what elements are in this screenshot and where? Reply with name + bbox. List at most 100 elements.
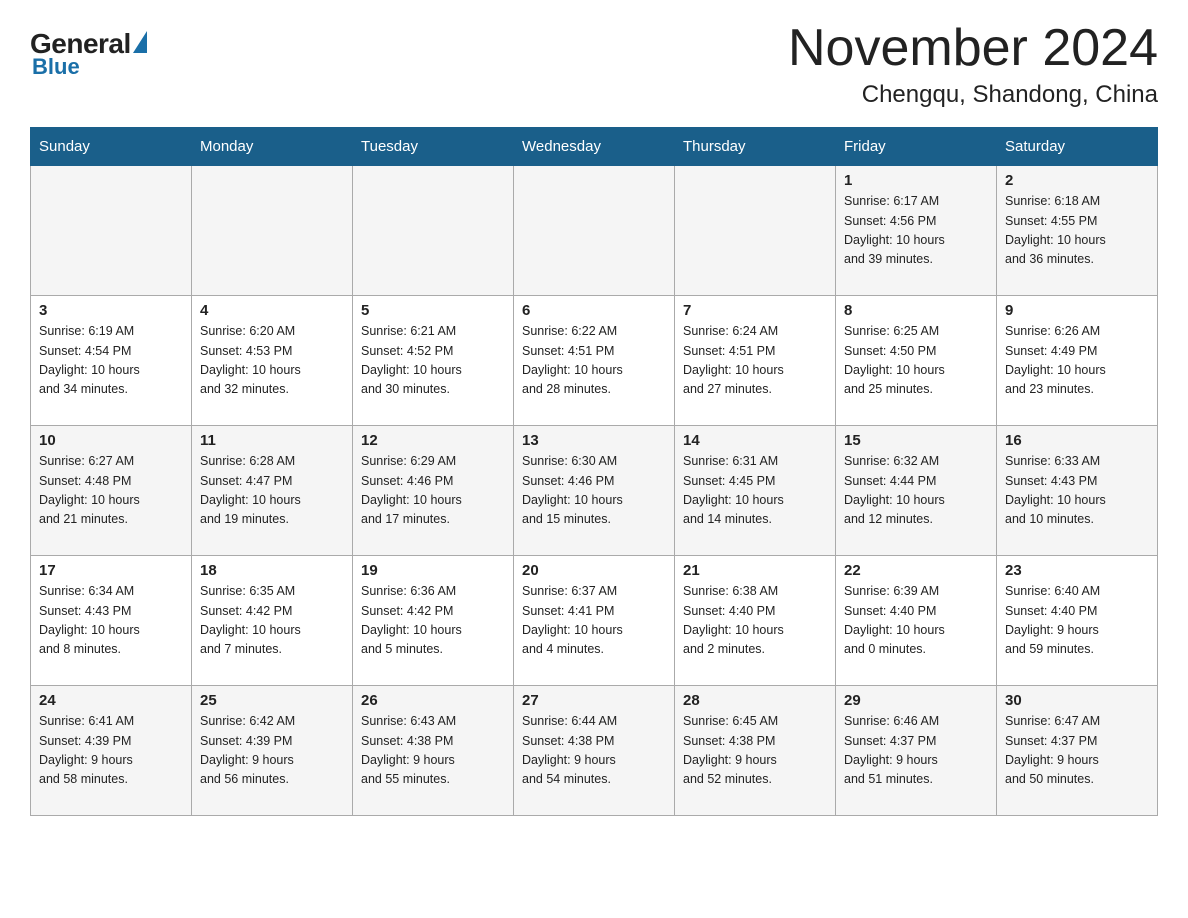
table-row: 8Sunrise: 6:25 AMSunset: 4:50 PMDaylight… <box>836 296 997 426</box>
day-number: 6 <box>522 302 666 319</box>
table-row: 6 Sunrise: 6:22 AMSunset: 4:51 PMDaylight… <box>514 296 675 426</box>
day-info: Sunrise: 6:43 AMSunset: 4:38 PMDaylight:… <box>361 712 505 790</box>
day-number: 26 <box>361 692 505 709</box>
day-info: Sunrise: 6:46 AMSunset: 4:37 PMDaylight:… <box>844 712 988 790</box>
table-row: 26 Sunrise: 6:43 AMSunset: 4:38 PMDayligh… <box>353 686 514 816</box>
calendar-body: 1 Sunrise: 6:17 AMSunset: 4:56 PMDaylight… <box>31 166 1158 816</box>
table-row: 4 Sunrise: 6:20 AMSunset: 4:53 PMDaylight… <box>192 296 353 426</box>
day-number: 5 <box>361 302 505 319</box>
day-number: 12 <box>361 432 505 449</box>
table-row: 3Sunrise: 6:19 AMSunset: 4:54 PMDaylight… <box>31 296 192 426</box>
day-number: 11 <box>200 432 344 449</box>
page-header: General Blue November 2024 Chengqu, Shan… <box>30 20 1158 109</box>
table-row: 19 Sunrise: 6:36 AMSunset: 4:42 PMDayligh… <box>353 556 514 686</box>
day-number: 2 <box>1005 172 1149 189</box>
weekday-header-row: SundayMondayTuesdayWednesdayThursdayFrid… <box>31 128 1158 166</box>
calendar-row: 17 Sunrise: 6:34 AMSunset: 4:43 PMDayligh… <box>31 556 1158 686</box>
table-row <box>675 166 836 296</box>
day-number: 17 <box>39 562 183 579</box>
day-info: Sunrise: 6:36 AMSunset: 4:42 PMDaylight:… <box>361 582 505 660</box>
day-number: 4 <box>200 302 344 319</box>
day-info: Sunrise: 6:22 AMSunset: 4:51 PMDaylight:… <box>522 322 666 400</box>
table-row <box>353 166 514 296</box>
day-number: 13 <box>522 432 666 449</box>
day-number: 25 <box>200 692 344 709</box>
day-info: Sunrise: 6:41 AMSunset: 4:39 PMDaylight:… <box>39 712 183 790</box>
table-row: 28 Sunrise: 6:45 AMSunset: 4:38 PMDayligh… <box>675 686 836 816</box>
day-info: Sunrise: 6:30 AMSunset: 4:46 PMDaylight:… <box>522 452 666 530</box>
table-row <box>514 166 675 296</box>
table-row: 23 Sunrise: 6:40 AMSunset: 4:40 PMDayligh… <box>997 556 1158 686</box>
table-row: 12Sunrise: 6:29 AMSunset: 4:46 PMDayligh… <box>353 426 514 556</box>
day-info: Sunrise: 6:45 AMSunset: 4:38 PMDaylight:… <box>683 712 827 790</box>
weekday-header-thursday: Thursday <box>675 128 836 166</box>
day-number: 22 <box>844 562 988 579</box>
table-row: 17 Sunrise: 6:34 AMSunset: 4:43 PMDayligh… <box>31 556 192 686</box>
table-row: 14 Sunrise: 6:31 AMSunset: 4:45 PMDayligh… <box>675 426 836 556</box>
day-number: 10 <box>39 432 183 449</box>
day-info: Sunrise: 6:24 AMSunset: 4:51 PMDaylight:… <box>683 322 827 400</box>
day-number: 16 <box>1005 432 1149 449</box>
table-row <box>31 166 192 296</box>
day-info: Sunrise: 6:42 AMSunset: 4:39 PMDaylight:… <box>200 712 344 790</box>
table-row: 11Sunrise: 6:28 AMSunset: 4:47 PMDayligh… <box>192 426 353 556</box>
table-row: 15Sunrise: 6:32 AMSunset: 4:44 PMDayligh… <box>836 426 997 556</box>
table-row: 24Sunrise: 6:41 AMSunset: 4:39 PMDayligh… <box>31 686 192 816</box>
day-info: Sunrise: 6:40 AMSunset: 4:40 PMDaylight:… <box>1005 582 1149 660</box>
table-row: 27Sunrise: 6:44 AMSunset: 4:38 PMDayligh… <box>514 686 675 816</box>
day-info: Sunrise: 6:31 AMSunset: 4:45 PMDaylight:… <box>683 452 827 530</box>
day-info: Sunrise: 6:20 AMSunset: 4:53 PMDaylight:… <box>200 322 344 400</box>
day-info: Sunrise: 6:37 AMSunset: 4:41 PMDaylight:… <box>522 582 666 660</box>
table-row: 2 Sunrise: 6:18 AMSunset: 4:55 PMDaylight… <box>997 166 1158 296</box>
weekday-header-sunday: Sunday <box>31 128 192 166</box>
day-info: Sunrise: 6:34 AMSunset: 4:43 PMDaylight:… <box>39 582 183 660</box>
day-info: Sunrise: 6:35 AMSunset: 4:42 PMDaylight:… <box>200 582 344 660</box>
day-number: 29 <box>844 692 988 709</box>
weekday-header-friday: Friday <box>836 128 997 166</box>
day-info: Sunrise: 6:17 AMSunset: 4:56 PMDaylight:… <box>844 192 988 270</box>
weekday-header-wednesday: Wednesday <box>514 128 675 166</box>
calendar-location: Chengqu, Shandong, China <box>788 81 1158 109</box>
table-row: 9 Sunrise: 6:26 AMSunset: 4:49 PMDaylight… <box>997 296 1158 426</box>
table-row: 18 Sunrise: 6:35 AMSunset: 4:42 PMDayligh… <box>192 556 353 686</box>
table-row: 10 Sunrise: 6:27 AMSunset: 4:48 PMDayligh… <box>31 426 192 556</box>
table-row: 22 Sunrise: 6:39 AMSunset: 4:40 PMDayligh… <box>836 556 997 686</box>
calendar-table: SundayMondayTuesdayWednesdayThursdayFrid… <box>30 127 1158 816</box>
day-info: Sunrise: 6:21 AMSunset: 4:52 PMDaylight:… <box>361 322 505 400</box>
day-number: 28 <box>683 692 827 709</box>
table-row <box>192 166 353 296</box>
weekday-header-saturday: Saturday <box>997 128 1158 166</box>
calendar-row: 10 Sunrise: 6:27 AMSunset: 4:48 PMDayligh… <box>31 426 1158 556</box>
calendar-row: 1 Sunrise: 6:17 AMSunset: 4:56 PMDaylight… <box>31 166 1158 296</box>
day-info: Sunrise: 6:26 AMSunset: 4:49 PMDaylight:… <box>1005 322 1149 400</box>
day-info: Sunrise: 6:33 AMSunset: 4:43 PMDaylight:… <box>1005 452 1149 530</box>
day-info: Sunrise: 6:39 AMSunset: 4:40 PMDaylight:… <box>844 582 988 660</box>
table-row: 30 Sunrise: 6:47 AMSunset: 4:37 PMDayligh… <box>997 686 1158 816</box>
day-info: Sunrise: 6:47 AMSunset: 4:37 PMDaylight:… <box>1005 712 1149 790</box>
day-number: 18 <box>200 562 344 579</box>
table-row: 25 Sunrise: 6:42 AMSunset: 4:39 PMDayligh… <box>192 686 353 816</box>
day-number: 21 <box>683 562 827 579</box>
day-number: 1 <box>844 172 988 189</box>
day-number: 19 <box>361 562 505 579</box>
day-number: 20 <box>522 562 666 579</box>
day-number: 9 <box>1005 302 1149 319</box>
day-number: 8 <box>844 302 988 319</box>
day-info: Sunrise: 6:32 AMSunset: 4:44 PMDaylight:… <box>844 452 988 530</box>
day-number: 30 <box>1005 692 1149 709</box>
day-info: Sunrise: 6:27 AMSunset: 4:48 PMDaylight:… <box>39 452 183 530</box>
logo-triangle-icon <box>133 31 147 53</box>
day-number: 14 <box>683 432 827 449</box>
day-info: Sunrise: 6:38 AMSunset: 4:40 PMDaylight:… <box>683 582 827 660</box>
day-info: Sunrise: 6:18 AMSunset: 4:55 PMDaylight:… <box>1005 192 1149 270</box>
table-row: 16 Sunrise: 6:33 AMSunset: 4:43 PMDayligh… <box>997 426 1158 556</box>
table-row: 7Sunrise: 6:24 AMSunset: 4:51 PMDaylight… <box>675 296 836 426</box>
table-row: 13 Sunrise: 6:30 AMSunset: 4:46 PMDayligh… <box>514 426 675 556</box>
day-number: 23 <box>1005 562 1149 579</box>
day-number: 3 <box>39 302 183 319</box>
table-row: 5 Sunrise: 6:21 AMSunset: 4:52 PMDaylight… <box>353 296 514 426</box>
calendar-title: November 2024 <box>788 20 1158 77</box>
weekday-header-tuesday: Tuesday <box>353 128 514 166</box>
day-info: Sunrise: 6:44 AMSunset: 4:38 PMDaylight:… <box>522 712 666 790</box>
weekday-header-monday: Monday <box>192 128 353 166</box>
